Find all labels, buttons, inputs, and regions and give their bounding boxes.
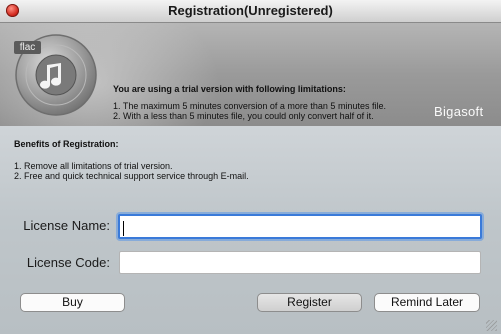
text-caret	[123, 221, 124, 236]
buy-button[interactable]: Buy	[20, 293, 125, 312]
resize-grip-icon[interactable]	[486, 320, 497, 331]
benefit-item: 2. Free and quick technical support serv…	[14, 171, 249, 181]
remind-later-button[interactable]: Remind Later	[374, 293, 480, 312]
info-banner: flac You are using a trial version with …	[0, 23, 501, 126]
license-name-field[interactable]	[118, 214, 482, 239]
license-name-label: License Name:	[23, 218, 110, 233]
registration-content: Benefits of Registration: 1. Remove all …	[0, 126, 501, 334]
benefit-item: 1. Remove all limitations of trial versi…	[14, 161, 173, 171]
license-code-field[interactable]	[119, 251, 481, 274]
register-button[interactable]: Register	[257, 293, 362, 312]
registration-window: Registration(Unregistered) flac You are …	[0, 0, 501, 334]
flac-badge: flac	[14, 41, 41, 54]
license-code-label: License Code:	[26, 255, 110, 270]
brand-logo: Bigasoft	[434, 104, 484, 119]
title-bar: Registration(Unregistered)	[0, 0, 501, 23]
limitation-item: 2. With a less than 5 minutes file, you …	[113, 111, 374, 121]
limitation-item: 1. The maximum 5 minutes conversion of a…	[113, 101, 386, 111]
window-title: Registration(Unregistered)	[168, 3, 333, 18]
trial-heading: You are using a trial version with follo…	[113, 84, 346, 94]
benefits-heading: Benefits of Registration:	[14, 139, 119, 149]
